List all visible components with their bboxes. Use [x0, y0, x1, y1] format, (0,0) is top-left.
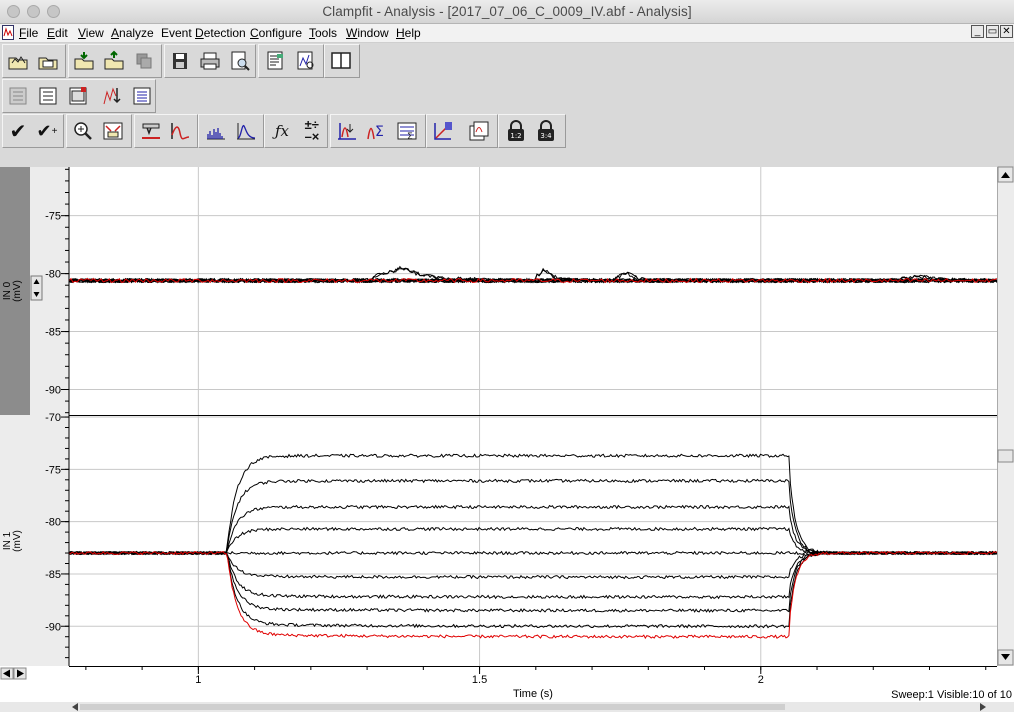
arithmetic-icon[interactable]: ±÷ –× [299, 118, 325, 144]
trace-plot[interactable]: IN 0 (mV) IN 1 (mV) -75-80-85-90 -70-75-… [0, 153, 1014, 712]
chain-icon[interactable] [131, 48, 157, 74]
open-other-icon[interactable] [35, 48, 61, 74]
signal-0-plot-bg[interactable] [69, 167, 997, 415]
signal-0-spin-control[interactable] [30, 275, 43, 301]
h-scroll-thumb[interactable] [80, 704, 785, 710]
cursor-fit-icon[interactable] [167, 118, 193, 144]
window-4-icon[interactable] [99, 83, 125, 109]
x-tick-label: 1 [195, 674, 201, 686]
x-axis-area [0, 666, 1014, 702]
menu-window[interactable]: Window [346, 26, 389, 40]
scroll-up-button[interactable] [997, 166, 1014, 183]
toolbar-window [0, 79, 1014, 113]
vertical-scrollbar[interactable] [997, 167, 1014, 666]
print-preview-icon[interactable] [227, 48, 253, 74]
signal-1-plot-bg[interactable] [69, 416, 997, 666]
y-tick-label: -75 [45, 464, 61, 476]
zoom-fit-icon[interactable] [100, 118, 126, 144]
save-icon[interactable] [167, 48, 193, 74]
x-axis-label: Time (s) [513, 688, 553, 700]
graph-icon[interactable] [293, 48, 319, 74]
y-tick-label: -80 [45, 517, 61, 529]
lock-3-4-icon[interactable]: 3:4 [533, 118, 559, 144]
mdi-minimize-button[interactable]: _ [971, 25, 984, 38]
menu-edit[interactable]: Edit [47, 26, 68, 40]
x-tick-label: 1.5 [472, 674, 487, 686]
y-tick-label: -70 [45, 412, 61, 424]
signal-1-unit: (mV) [12, 530, 23, 552]
window-1-icon[interactable] [5, 83, 31, 109]
lock-a-label: 1:2 [510, 132, 521, 140]
menu-file[interactable]: File [19, 26, 38, 40]
zoom-icon[interactable] [70, 118, 96, 144]
mdi-close-button[interactable]: ✕ [1000, 25, 1013, 38]
sweep-status: Sweep:1 Visible:10 of 10 [891, 689, 1012, 701]
signal-0-unit: (mV) [12, 280, 23, 302]
export-icon[interactable] [101, 48, 127, 74]
accept-icon[interactable]: ✔ [5, 118, 31, 144]
analysis-window: IN 0 (mV) IN 1 (mV) -75 -80 -85 -90 -70 -75-… [0, 153, 1014, 712]
window-title: Clampfit - Analysis - [2017_07_06_C_0009… [322, 4, 692, 19]
y-tick-label: -90 [45, 621, 61, 633]
menu-help[interactable]: Help [396, 26, 421, 40]
cursor-left-icon[interactable] [138, 118, 164, 144]
x-tick-label: 2 [758, 674, 764, 686]
window-title-bar: Clampfit - Analysis - [2017_07_06_C_0009… [0, 0, 1014, 24]
print-icon[interactable] [197, 48, 223, 74]
toolbar-file [0, 44, 1014, 78]
statistics-icon[interactable]: Σ [394, 118, 420, 144]
y-tick-label: -90 [45, 385, 61, 397]
function-icon[interactable]: ƒx [269, 118, 295, 144]
x-scroll-left-button[interactable] [0, 667, 14, 680]
peak-icon[interactable] [233, 118, 259, 144]
window-3-icon[interactable] [65, 83, 91, 109]
open-data-icon[interactable] [5, 48, 31, 74]
report-icon[interactable] [263, 48, 289, 74]
scroll-thumb[interactable] [997, 449, 1014, 463]
lock-b-label: 3:4 [540, 132, 552, 140]
menu-event-detection[interactable]: Event Detection [161, 26, 246, 40]
iv-icon[interactable] [430, 118, 456, 144]
import-icon[interactable] [71, 48, 97, 74]
window-2-icon[interactable] [35, 83, 61, 109]
toolbar-analysis: ✔ ✔ + ƒx ±÷ –× Σ Σ 1:2 3:4 [0, 114, 1014, 148]
accept-plus-icon[interactable]: ✔ + [34, 118, 60, 144]
toolbar-area: ✔ ✔ + ƒx ±÷ –× Σ Σ 1:2 3:4 [0, 43, 1014, 153]
y-tick-label: -85 [45, 569, 61, 581]
x-scroll-right-button[interactable] [13, 667, 27, 680]
y-tick-label: -80 [45, 269, 61, 281]
data-reduction-icon[interactable] [466, 118, 492, 144]
mdi-restore-button[interactable]: ▭ [986, 25, 999, 38]
layout-icon[interactable] [328, 48, 354, 74]
scroll-down-button[interactable] [997, 649, 1014, 666]
window-5-icon[interactable] [129, 83, 155, 109]
app-icon[interactable] [2, 25, 14, 40]
y-tick-label: -75 [45, 211, 61, 223]
lock-1-2-icon[interactable]: 1:2 [503, 118, 529, 144]
svg-text:Σ: Σ [407, 132, 413, 142]
histogram-icon[interactable] [203, 118, 229, 144]
menu-analyze[interactable]: Analyze [111, 26, 154, 40]
menu-configure[interactable]: Configure [250, 26, 302, 40]
svg-text:Σ: Σ [375, 124, 384, 140]
menu-bar: File Edit View Analyze Event Detection C… [0, 24, 1014, 43]
menu-tools[interactable]: Tools [309, 26, 337, 40]
y-tick-label: -85 [45, 327, 61, 339]
plot-top-strip [0, 153, 1014, 167]
sum-icon[interactable]: Σ [364, 118, 390, 144]
baseline-icon[interactable] [334, 118, 360, 144]
menu-view[interactable]: View [78, 26, 104, 40]
